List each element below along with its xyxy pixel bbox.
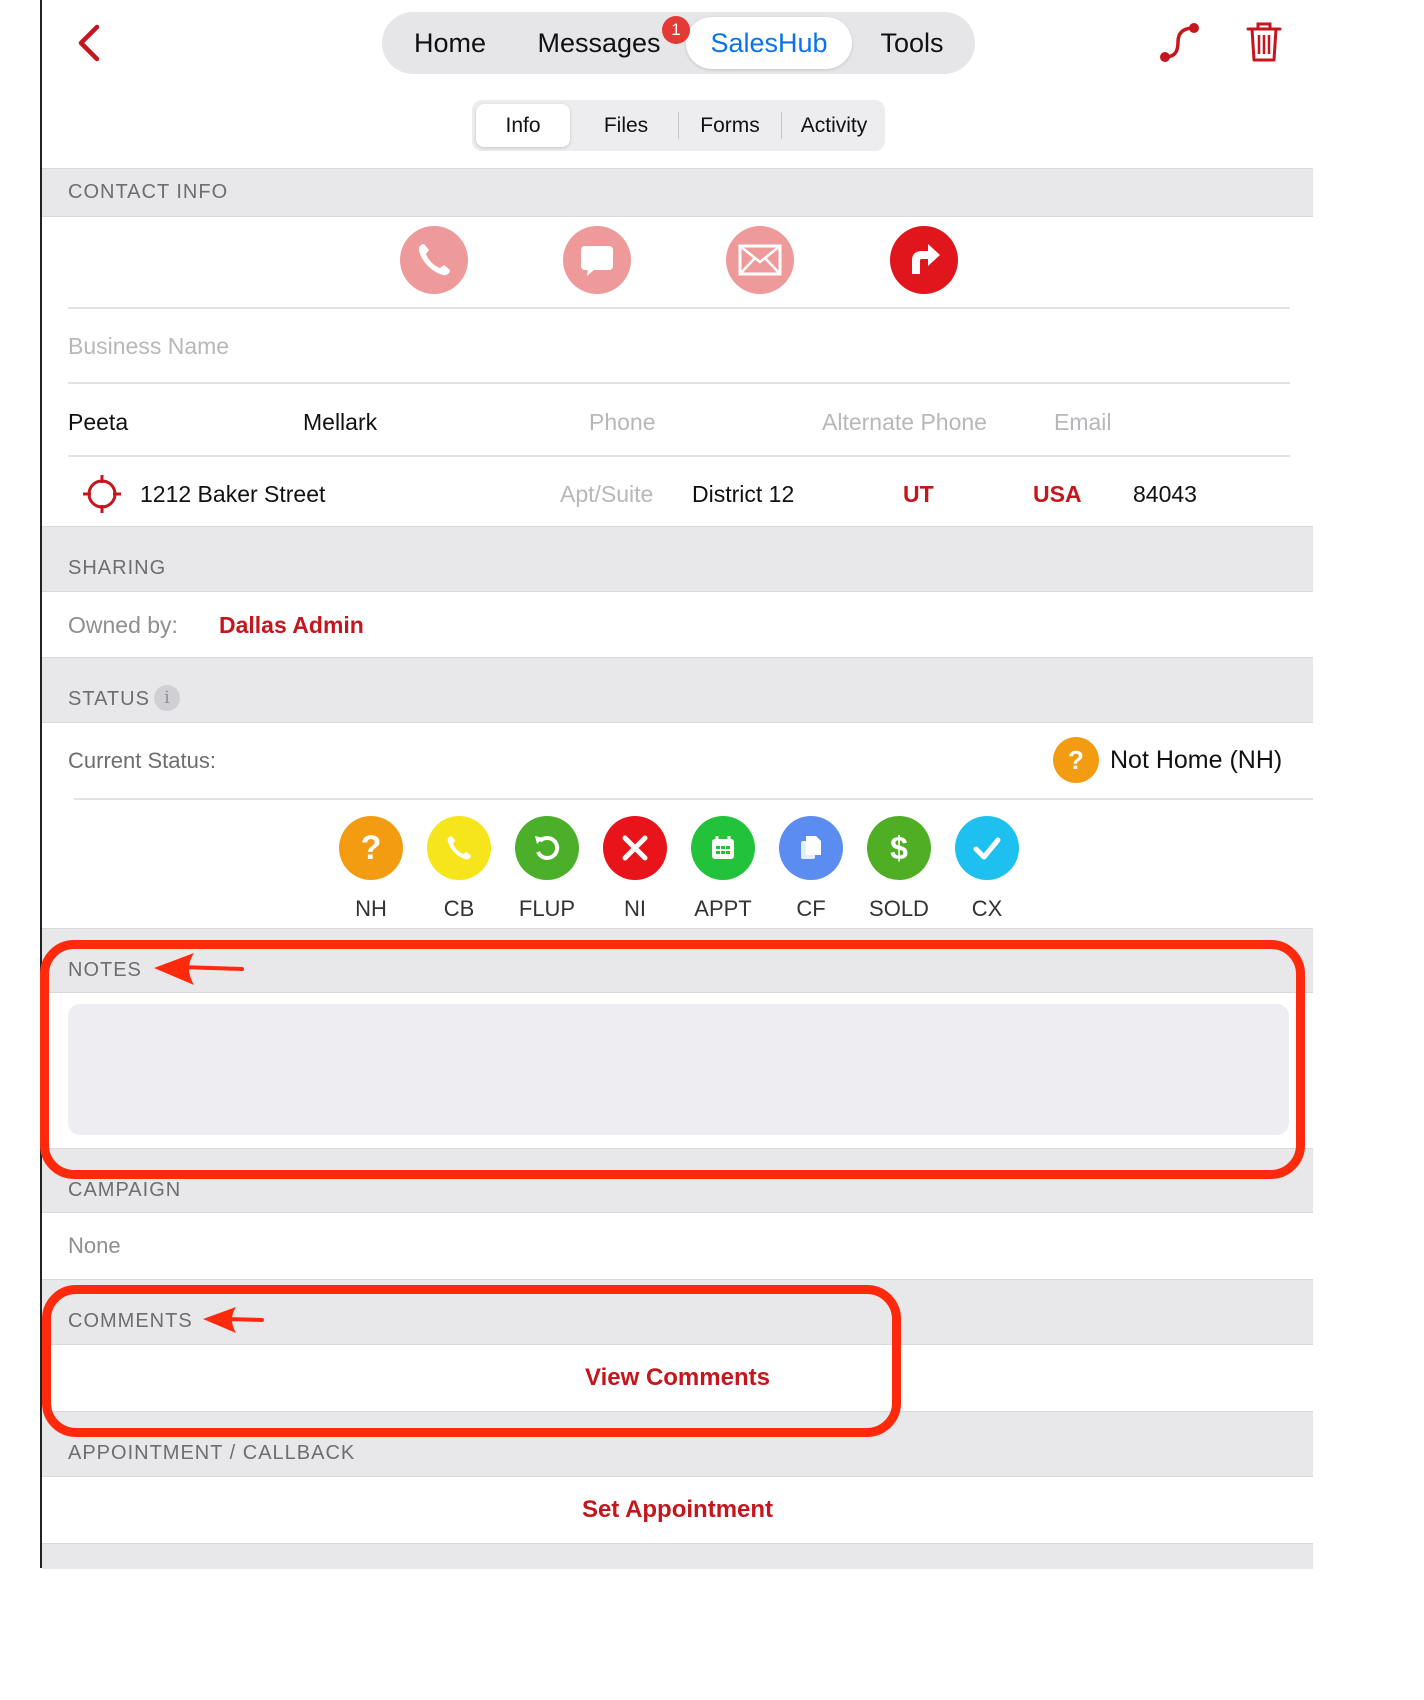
check-icon (973, 837, 1001, 860)
business-name-input[interactable]: Business Name (68, 333, 229, 360)
divider (678, 112, 679, 139)
street-input[interactable]: 1212 Baker Street (140, 481, 325, 508)
country-select[interactable]: USA (1033, 481, 1082, 508)
status-cb-label: CB (443, 896, 475, 921)
status-ni-button[interactable] (603, 816, 667, 880)
section-title: CAMPAIGN (68, 1179, 182, 1201)
footer-section (42, 1543, 1313, 1569)
contact-info-header: CONTACT INFO (42, 168, 1313, 217)
phone-input[interactable]: Phone (589, 409, 656, 436)
divider (68, 455, 1290, 457)
status-cf-button[interactable] (779, 816, 843, 880)
status-nh-button[interactable]: ? (339, 816, 403, 880)
tab-tools[interactable]: Tools (860, 12, 964, 74)
message-icon (581, 246, 613, 276)
directions-button[interactable] (890, 226, 958, 294)
divider (68, 382, 1290, 384)
info-icon[interactable]: i (154, 685, 180, 711)
email-input[interactable]: Email (1054, 409, 1112, 436)
close-icon (622, 835, 648, 861)
back-button[interactable] (68, 20, 108, 66)
campaign-value[interactable]: None (68, 1233, 121, 1259)
sharing-header: SHARING (42, 526, 1313, 592)
phone-icon (447, 836, 471, 860)
city-input[interactable]: District 12 (692, 481, 794, 508)
status-ni-label: NI (624, 896, 646, 921)
status-sold-button[interactable]: $ (867, 816, 931, 880)
locate-button[interactable] (82, 474, 122, 519)
divider (781, 112, 782, 139)
status-header: STATUS i (42, 657, 1313, 723)
status-appt-label: APPT (694, 896, 752, 921)
route-button[interactable] (1158, 20, 1202, 69)
status-cf-label: CF (796, 896, 826, 921)
arrow-left-icon (203, 1307, 264, 1333)
state-select[interactable]: UT (903, 481, 934, 508)
directions-icon (912, 244, 940, 274)
set-appointment-button[interactable]: Set Appointment (42, 1496, 1313, 1524)
subtab-forms[interactable]: Forms (680, 100, 780, 151)
calendar-icon (712, 836, 734, 859)
status-cx-button[interactable] (955, 816, 1019, 880)
last-name-input[interactable]: Mellark (303, 409, 377, 436)
question-icon: ? (1053, 737, 1099, 783)
refresh-icon (535, 835, 560, 860)
zip-input[interactable]: 84043 (1133, 481, 1197, 508)
route-icon (1160, 23, 1199, 62)
delete-button[interactable] (1245, 20, 1283, 69)
subtab-activity[interactable]: Activity (784, 100, 884, 151)
status-appt-button[interactable] (691, 816, 755, 880)
comments-arrow-annotation (200, 1304, 266, 1341)
status-flup-label: FLUP (518, 896, 576, 921)
status-cb-button[interactable] (427, 816, 491, 880)
owned-by-label: Owned by: (68, 612, 178, 638)
tab-messages[interactable]: Messages (522, 12, 676, 74)
current-status-value: Not Home (NH) (1110, 746, 1283, 774)
comments-highlight-box (42, 1285, 901, 1437)
phone-icon (418, 244, 450, 276)
section-title: CONTACT INFO (68, 181, 229, 203)
text-message-button[interactable] (563, 226, 631, 294)
dollar-icon: $ (890, 829, 908, 866)
section-title: STATUS (68, 688, 150, 710)
apt-suite-input[interactable]: Apt/Suite (560, 481, 653, 508)
section-title: SHARING (68, 557, 167, 579)
trash-icon (1246, 22, 1282, 62)
status-nh-label: NH (355, 896, 387, 921)
tab-saleshub[interactable]: SalesHub (686, 17, 852, 69)
owner-link[interactable]: Dallas Admin (219, 612, 364, 639)
current-status-label: Current Status: (68, 748, 216, 773)
alternate-phone-input[interactable]: Alternate Phone (822, 409, 987, 436)
section-title: APPOINTMENT / CALLBACK (68, 1442, 356, 1464)
email-button[interactable] (726, 226, 794, 294)
divider (74, 798, 1313, 800)
status-flup-button[interactable] (515, 816, 579, 880)
sub-tab-bar: Info Files Forms Activity (472, 100, 885, 151)
question-icon: ? (360, 828, 382, 867)
tab-home[interactable]: Home (382, 12, 518, 74)
messages-badge: 1 (662, 16, 690, 44)
mail-icon (738, 244, 782, 276)
call-button[interactable] (400, 226, 468, 294)
arrow-left-icon (154, 953, 244, 985)
notes-arrow-annotation (150, 950, 246, 993)
status-cx-label: CX (971, 896, 1003, 921)
status-sold-label: SOLD (869, 896, 929, 921)
subtab-info[interactable]: Info (476, 104, 570, 147)
subtab-files[interactable]: Files (576, 100, 676, 151)
divider (68, 307, 1290, 309)
crosshair-icon (83, 475, 121, 513)
chevron-left-icon (78, 24, 100, 62)
first-name-input[interactable]: Peeta (68, 409, 128, 436)
copy-icon (801, 836, 821, 859)
